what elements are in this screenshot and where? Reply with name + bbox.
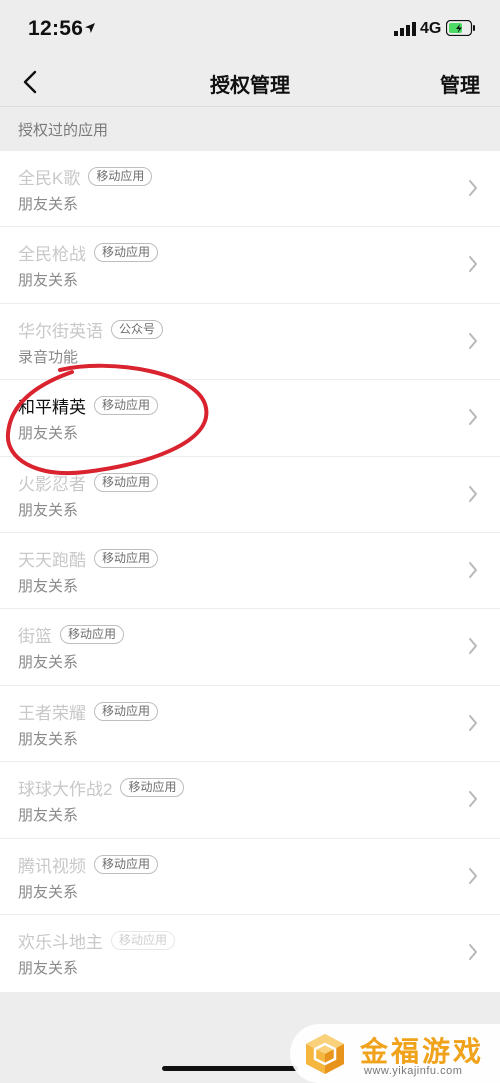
list-item[interactable]: 王者荣耀 移动应用 朋友关系 [0,686,500,763]
chevron-right-icon [469,867,477,884]
permission-label: 朋友关系 [18,501,79,519]
list-item[interactable]: 火影忍者 移动应用 朋友关系 [0,457,500,533]
list-item[interactable]: 球球大作战2 移动应用朋友关系 [0,762,500,839]
list-item[interactable]: 腾讯视频 移动应用 朋友关系 [0,839,500,915]
app-title-row: 火影忍者 移动应用 [18,470,159,495]
location-arrow-icon [85,23,95,33]
authorized-app-list: 全民K歌 移动应用 朋友关系 全民枪战 移动应用 朋友关系 华尔街英语 公众号 录音功能 和平精英… [0,151,500,992]
chevron-right-icon [469,256,477,273]
cube-logo-icon [306,1034,344,1074]
battery-icon [446,20,475,36]
watermark-name: 金福游戏 [360,1036,485,1067]
app-type-badge: 移动应用 [94,701,159,721]
chevron-right-icon [469,332,477,349]
network-type: 4G [420,20,442,37]
app-title-row: 华尔街英语 公众号 [18,317,164,342]
chevron-right-icon [469,485,477,502]
permission-label: 录音功能 [18,348,79,366]
app-name: 全民K歌 [18,169,81,188]
signal-icon [394,22,416,36]
permission-label: 朋友关系 [18,959,79,977]
app-type-badge: 移动应用 [94,396,159,416]
app-type-badge: 移动应用 [120,778,185,798]
status-bar: 12:56 4G [0,0,500,58]
section-header: 授权过的应用 [18,122,109,139]
app-name: 华尔街英语 [18,321,103,341]
list-item[interactable]: 华尔街英语 公众号录音功能 [0,304,500,381]
permission-label: 朋友关系 [18,272,79,290]
app-title-row: 腾讯视频 移动应用 [18,852,159,877]
permission-label: 朋友关系 [18,654,79,672]
list-item[interactable]: 和平精英 移动应用 朋友关系 [0,380,500,457]
app-title-row: 欢乐斗地主 移动应用 [18,928,176,953]
list-item[interactable]: 全民枪战 移动应用 朋友关系 [0,227,500,304]
permission-label: 朋友关系 [18,730,79,748]
chevron-right-icon [469,791,477,808]
app-name: 欢乐斗地主 [18,932,103,952]
app-type-badge: 移动应用 [94,243,159,263]
permission-label: 朋友关系 [18,577,79,595]
chevron-right-icon [469,180,477,196]
status-time: 12:56 [28,17,84,40]
app-title-row: 全民枪战 移动应用 [18,240,159,265]
app-name: 街篮 [18,627,52,647]
permission-label: 朋友关系 [18,883,79,901]
chevron-right-icon [469,638,477,655]
manage-button[interactable]: 管理 [440,69,480,98]
app-title-row: 王者荣耀 移动应用 [18,699,159,724]
watermark: 金福游戏 www.yikajinfu.com [290,1024,500,1083]
app-name: 球球大作战2 [18,780,113,800]
app-name: 腾讯视频 [18,856,86,876]
app-title-row: 天天跑酷 移动应用 [18,546,159,571]
nav-bar: 授权管理 管理 [0,58,500,107]
list-item[interactable]: 全民K歌 移动应用 朋友关系 [0,151,500,228]
chevron-right-icon [469,409,477,426]
page-title: 授权管理 [210,75,290,97]
list-item[interactable]: 天天跑酷 移动应用 朋友关系 [0,533,500,610]
app-title-row: 和平精英 移动应用 [18,393,159,418]
watermark-url: www.yikajinfu.com [364,1065,463,1077]
list-item[interactable]: 欢乐斗地主 移动应用朋友关系 [0,915,500,991]
app-title-row: 街篮 移动应用 [18,622,125,647]
chevron-right-icon [469,714,477,731]
app-type-badge: 移动应用 [88,167,153,186]
app-type-badge: 移动应用 [111,930,176,950]
permission-label: 朋友关系 [18,196,79,213]
app-type-badge: 移动应用 [94,472,159,492]
list-item[interactable]: 街篮 移动应用朋友关系 [0,609,500,686]
chevron-right-icon [469,561,477,578]
app-title-row: 球球大作战2 移动应用 [18,775,185,800]
permission-label: 朋友关系 [18,425,79,443]
home-indicator [162,1066,298,1071]
app-name: 王者荣耀 [18,703,86,723]
app-name: 和平精英 [18,398,86,418]
app-name: 全民枪战 [18,245,86,265]
app-type-badge: 公众号 [111,319,164,339]
app-type-badge: 移动应用 [60,625,125,645]
app-name: 火影忍者 [18,474,86,494]
app-name: 天天跑酷 [18,550,86,570]
app-type-badge: 移动应用 [94,854,159,874]
app-title-row: 全民K歌 移动应用 [18,164,153,189]
app-type-badge: 移动应用 [94,548,159,568]
permission-label: 朋友关系 [18,807,79,825]
chevron-right-icon [469,943,477,960]
